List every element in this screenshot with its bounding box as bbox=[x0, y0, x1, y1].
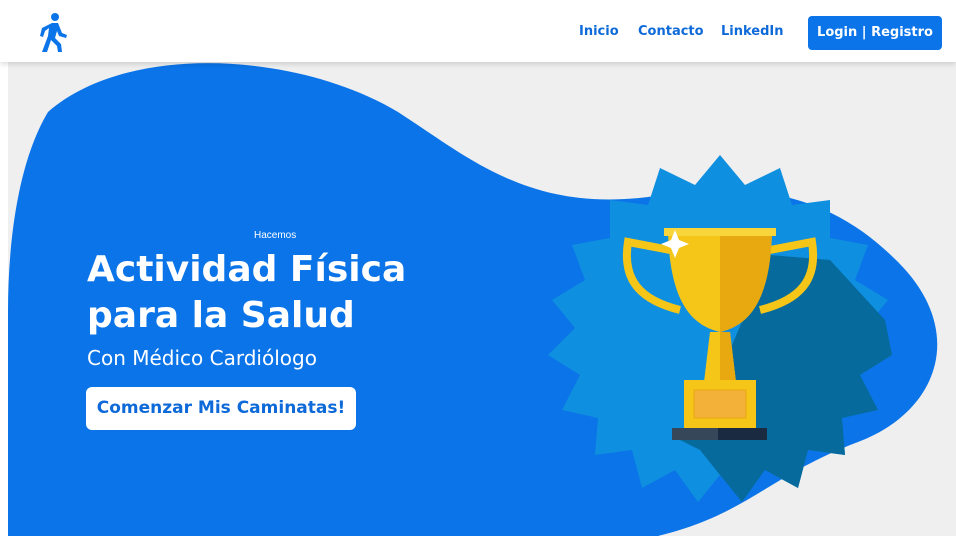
nav-link-contacto[interactable]: Contacto bbox=[638, 24, 704, 39]
hero-title: Actividad Física para la Salud bbox=[87, 247, 447, 339]
login-register-button[interactable]: Login | Registro bbox=[808, 16, 942, 50]
trophy-illustration bbox=[548, 155, 892, 502]
navbar: Inicio Contacto LinkedIn Login | Registr… bbox=[0, 0, 956, 62]
walking-person-icon[interactable] bbox=[36, 12, 70, 52]
nav-link-linkedin[interactable]: LinkedIn bbox=[721, 24, 784, 39]
hero-title-line1: Actividad Física bbox=[87, 249, 407, 290]
landing-page: Hacemos Actividad Física para la Salud C… bbox=[0, 0, 956, 536]
hero-title-line2: para la Salud bbox=[87, 295, 355, 336]
nav-link-inicio[interactable]: Inicio bbox=[579, 24, 619, 39]
hero-kicker: Hacemos bbox=[254, 230, 297, 241]
start-walks-button[interactable]: Comenzar Mis Caminatas! bbox=[86, 387, 356, 430]
hero-subtitle: Con Médico Cardiólogo bbox=[87, 346, 317, 370]
